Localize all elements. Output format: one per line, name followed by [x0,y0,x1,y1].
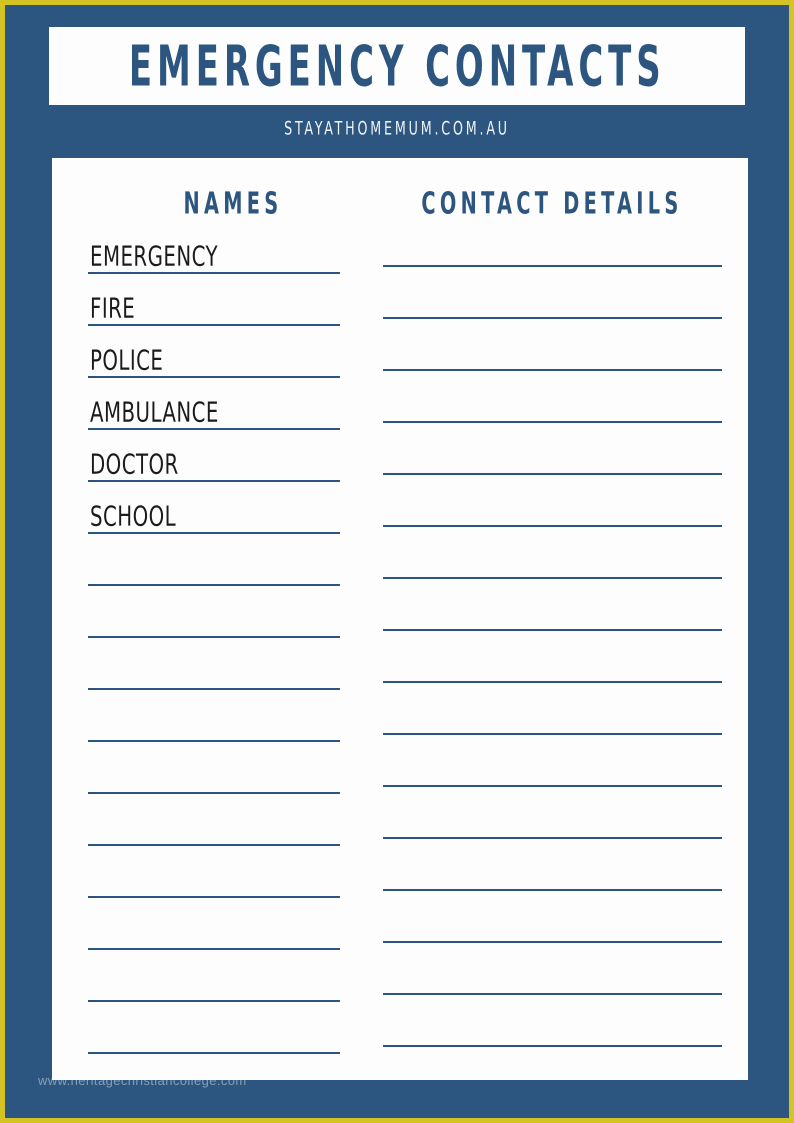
title-banner: EMERGENCY CONTACTS [49,27,745,105]
page-title: EMERGENCY CONTACTS [128,33,666,99]
detail-write-line [383,369,722,371]
detail-write-line [383,837,722,839]
name-write-line [88,428,340,430]
name-label: SCHOOL [90,499,177,533]
name-label: DOCTOR [90,447,179,481]
detail-write-line [383,681,722,683]
name-write-line [88,1000,340,1002]
detail-write-line [383,421,722,423]
column-header-names: NAMES [183,186,283,221]
contacts-card: NAMES CONTACT DETAILS EMERGENCY FIRE POLIC… [52,158,748,1080]
name-write-line [88,844,340,846]
name-label: EMERGENCY [90,239,218,273]
name-write-line [88,324,340,326]
site-url-subtitle: STAYATHOMEMUM.COM.AU [284,117,510,140]
detail-write-line [383,785,722,787]
name-write-line [88,584,340,586]
name-write-line [88,792,340,794]
detail-write-line [383,1045,722,1047]
name-write-line [88,688,340,690]
name-label: POLICE [90,343,164,377]
detail-write-line [383,473,722,475]
column-header-contact-details: CONTACT DETAILS [421,186,683,221]
name-write-line [88,1052,340,1054]
name-label: AMBULANCE [90,395,219,429]
detail-write-line [383,317,722,319]
name-label: FIRE [90,291,136,325]
name-write-line [88,376,340,378]
name-write-line [88,532,340,534]
detail-write-line [383,577,722,579]
name-write-line [88,272,340,274]
detail-write-line [383,889,722,891]
printable-page: EMERGENCY CONTACTS STAYATHOMEMUM.COM.AU … [0,0,794,1123]
name-write-line [88,896,340,898]
detail-write-line [383,525,722,527]
name-write-line [88,948,340,950]
detail-write-line [383,993,722,995]
name-write-line [88,636,340,638]
name-write-line [88,740,340,742]
detail-write-line [383,629,722,631]
detail-write-line [383,265,722,267]
detail-write-line [383,941,722,943]
detail-write-line [383,733,722,735]
name-write-line [88,480,340,482]
